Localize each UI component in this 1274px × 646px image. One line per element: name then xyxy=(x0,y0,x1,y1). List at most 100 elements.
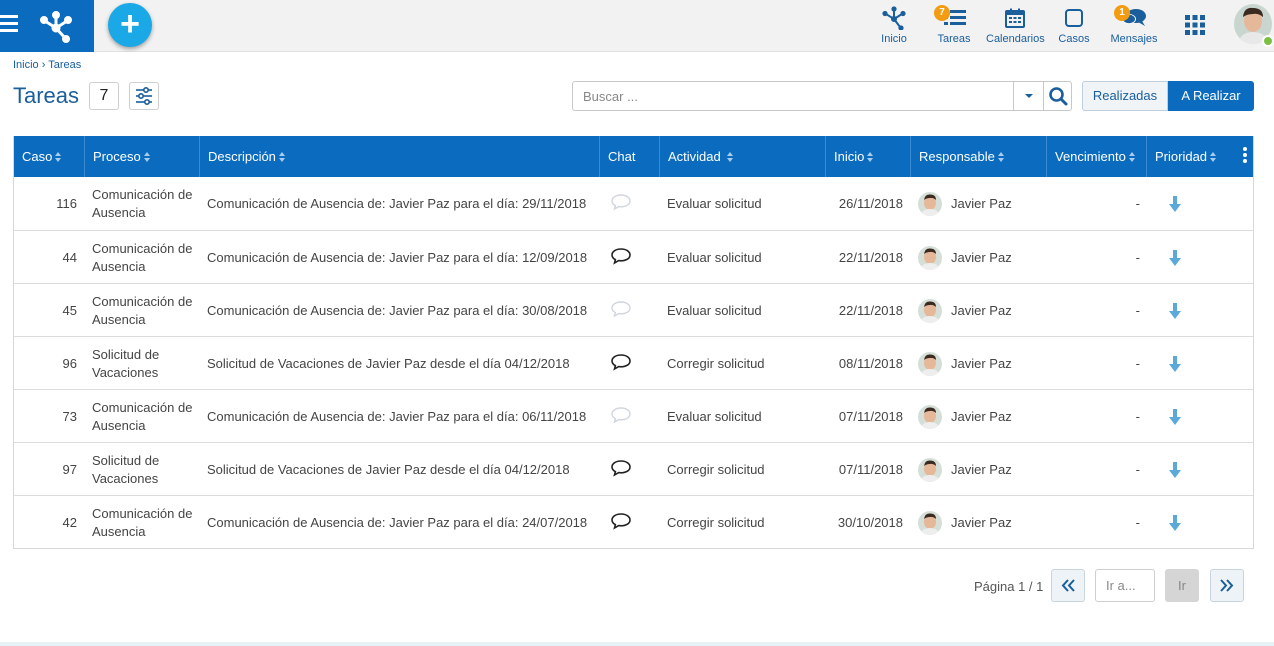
search-input[interactable] xyxy=(573,82,1013,110)
breadcrumb-home[interactable]: Inicio xyxy=(13,59,39,71)
cell-responsable: Javier Paz xyxy=(918,496,1048,549)
cell-inicio: 26/11/2018 xyxy=(838,196,903,211)
col-vencimiento[interactable]: Vencimiento xyxy=(1046,136,1146,177)
cell-inicio: 07/11/2018 xyxy=(838,409,903,424)
chat-bubble-icon xyxy=(610,247,632,268)
cell-actividad: Evaluar solicitud xyxy=(667,250,762,265)
nav-label-tareas: Tareas xyxy=(937,33,971,45)
process-node-icon xyxy=(882,6,906,30)
responsable-name: Javier Paz xyxy=(951,515,1012,530)
col-inicio[interactable]: Inicio xyxy=(825,136,910,177)
sort-icon xyxy=(1210,151,1217,162)
cell-inicio: 08/11/2018 xyxy=(838,356,903,371)
apps-grid-icon[interactable] xyxy=(1185,15,1205,35)
cell-responsable: Javier Paz xyxy=(918,337,1048,390)
table-row[interactable]: 97 Solicitud de Vacaciones Solicitud de Va… xyxy=(14,442,1253,495)
cell-caso: 97 xyxy=(62,462,77,477)
chat-bubble-empty-icon xyxy=(610,406,632,427)
cell-vencimiento: - xyxy=(1135,250,1140,265)
nav-calendarios[interactable]: Calendarios xyxy=(986,6,1045,48)
cell-proceso: Solicitud de Vacaciones xyxy=(92,346,160,380)
tasks-badge: 7 xyxy=(934,5,950,21)
cell-caso: 96 xyxy=(62,356,77,371)
table-row[interactable]: 44 Comunicación de Ausencia Comunicación d… xyxy=(14,230,1253,283)
column-options-icon[interactable] xyxy=(1243,147,1247,163)
cell-responsable: Javier Paz xyxy=(918,177,1048,230)
chat-cell[interactable] xyxy=(606,177,636,230)
col-proceso[interactable]: Proceso xyxy=(84,136,199,177)
col-responsable[interactable]: Responsable xyxy=(910,136,1046,177)
toggle-a-realizar[interactable]: A Realizar xyxy=(1168,81,1254,111)
chat-cell[interactable] xyxy=(606,337,636,390)
cell-responsable: Javier Paz xyxy=(918,390,1048,443)
chat-bubble-empty-icon xyxy=(610,193,632,214)
search-box xyxy=(572,81,1072,111)
app-logo-icon[interactable] xyxy=(38,8,74,44)
col-descripcion[interactable]: Descripción xyxy=(199,136,599,177)
cell-actividad: Corregir solicitud xyxy=(667,356,765,371)
cell-descripcion: Comunicación de Ausencia de: Javier Paz … xyxy=(207,409,587,424)
chat-cell[interactable] xyxy=(606,231,636,284)
sort-icon xyxy=(727,151,734,162)
col-prioridad[interactable]: Prioridad xyxy=(1146,136,1253,177)
table-row[interactable]: 96 Solicitud de Vacaciones Solicitud de Va… xyxy=(14,336,1253,389)
nav-tareas[interactable]: 7 Tareas xyxy=(934,5,972,48)
cell-inicio: 22/11/2018 xyxy=(838,250,903,265)
search-icon xyxy=(1049,87,1068,106)
filter-button[interactable] xyxy=(129,82,159,110)
sort-icon xyxy=(867,151,874,162)
cell-descripcion: Comunicación de Ausencia de: Javier Paz … xyxy=(207,303,588,318)
nav-casos[interactable]: Casos xyxy=(1058,6,1090,48)
priority-low-icon xyxy=(1164,284,1186,337)
cell-vencimiento: - xyxy=(1135,303,1140,318)
cell-actividad: Evaluar solicitud xyxy=(667,409,762,424)
cell-proceso: Solicitud de Vacaciones xyxy=(92,452,160,486)
nav-mensajes[interactable]: 1 Mensajes xyxy=(1110,5,1158,48)
col-caso[interactable]: Caso xyxy=(14,136,84,177)
table-row[interactable]: 45 Comunicación de Ausencia Comunicación d… xyxy=(14,283,1253,336)
goto-page-button[interactable]: Ir xyxy=(1165,569,1199,602)
nav-inicio[interactable]: Inicio xyxy=(878,6,910,48)
chat-bubble-empty-icon xyxy=(610,300,632,321)
last-page-button[interactable] xyxy=(1210,569,1244,602)
responsable-name: Javier Paz xyxy=(951,356,1012,371)
nav-label-calendarios: Calendarios xyxy=(986,33,1045,45)
sort-icon xyxy=(997,151,1004,162)
breadcrumb: Inicio › Tareas xyxy=(13,59,81,71)
table-row[interactable]: 116 Comunicación de Ausencia Comunicación … xyxy=(14,177,1253,230)
cell-vencimiento: - xyxy=(1135,356,1140,371)
goto-page-input[interactable] xyxy=(1095,569,1155,602)
search-dropdown-button[interactable] xyxy=(1013,82,1043,110)
responsable-name: Javier Paz xyxy=(951,250,1012,265)
menu-icon[interactable] xyxy=(0,15,18,37)
priority-low-icon xyxy=(1164,390,1186,443)
first-page-button[interactable] xyxy=(1051,569,1085,602)
nav-label-mensajes: Mensajes xyxy=(1110,33,1158,45)
avatar xyxy=(918,404,942,429)
col-proceso-label: Proceso xyxy=(93,149,141,164)
cell-actividad: Corregir solicitud xyxy=(667,515,765,530)
table-row[interactable]: 73 Comunicación de Ausencia Comunicación d… xyxy=(14,389,1253,442)
cell-responsable: Javier Paz xyxy=(918,231,1048,284)
avatar xyxy=(918,245,942,270)
cell-caso: 42 xyxy=(62,515,77,530)
priority-low-icon xyxy=(1164,443,1186,496)
chat-cell[interactable] xyxy=(606,390,636,443)
new-case-button[interactable]: + xyxy=(108,3,152,47)
messages-badge: 1 xyxy=(1114,5,1130,21)
online-status-dot xyxy=(1262,35,1274,47)
table-row[interactable]: 42 Comunicación de Ausencia Comunicación d… xyxy=(14,495,1253,548)
toggle-realizadas[interactable]: Realizadas xyxy=(1082,81,1168,111)
col-chat[interactable]: Chat xyxy=(599,136,659,177)
double-chevron-right-icon xyxy=(1220,579,1234,592)
sort-icon xyxy=(55,151,62,162)
chat-cell[interactable] xyxy=(606,443,636,496)
chat-bubble-icon xyxy=(610,353,632,374)
chat-cell[interactable] xyxy=(606,496,636,549)
cell-proceso: Comunicación de Ausencia xyxy=(92,240,193,274)
chat-cell[interactable] xyxy=(606,284,636,337)
cell-vencimiento: - xyxy=(1135,515,1140,530)
bottom-strip xyxy=(0,642,1274,646)
search-button[interactable] xyxy=(1043,82,1071,110)
col-actividad[interactable]: Actividad xyxy=(659,136,825,177)
